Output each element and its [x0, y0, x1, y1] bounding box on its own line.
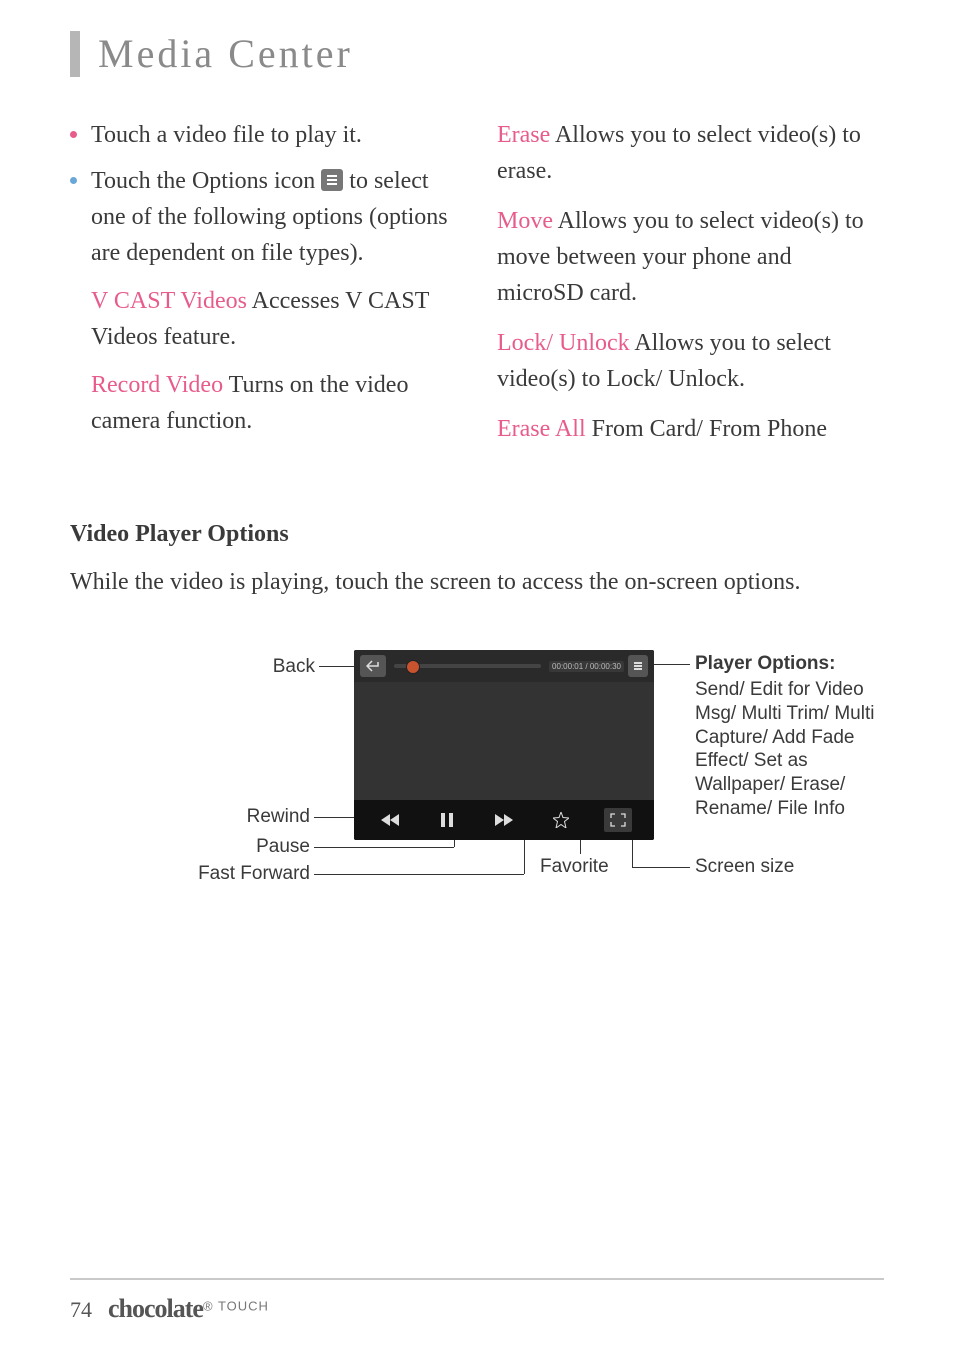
- favorite-button[interactable]: [547, 808, 575, 832]
- annotation-pause: Pause: [230, 835, 310, 859]
- video-player-screenshot: 00:00:01 / 00:00:30: [354, 650, 654, 840]
- pause-button[interactable]: [433, 808, 461, 832]
- screen-size-button[interactable]: [604, 808, 632, 832]
- right-column: Erase Allows you to select video(s) to e…: [497, 117, 884, 461]
- brand-name: chocolate: [108, 1294, 203, 1323]
- annotation-line: [648, 664, 690, 665]
- option-label: V CAST Videos: [91, 288, 247, 314]
- option-description: Erase All From Card/ From Phone: [497, 411, 884, 447]
- option-text: From Card/ From Phone: [586, 416, 827, 442]
- player-options-button[interactable]: [628, 655, 648, 677]
- fast-forward-button[interactable]: [490, 808, 518, 832]
- list-item: Touch a video file to play it.: [70, 117, 457, 153]
- option-description: Lock/ Unlock Allows you to select video(…: [497, 325, 884, 397]
- video-player-diagram: Back Rewind Pause Fast Forward Favorite …: [70, 650, 884, 930]
- left-column: Touch a video file to play it. Touch the…: [70, 117, 457, 461]
- annotation-screen-size: Screen size: [695, 855, 794, 879]
- back-button[interactable]: [360, 655, 386, 677]
- option-description: V CAST Videos Accesses V CAST Videos fea…: [91, 283, 457, 355]
- star-icon: [553, 812, 569, 828]
- annotation-line: [314, 874, 524, 875]
- option-label: Erase All: [497, 416, 586, 442]
- option-description: Move Allows you to select video(s) to mo…: [497, 203, 884, 311]
- title-accent-bar: [70, 31, 80, 77]
- bullet-icon: [70, 131, 77, 138]
- back-arrow-icon: [366, 660, 380, 672]
- fast-forward-icon: [495, 814, 513, 826]
- annotation-player-options-body: Send/ Edit for Video Msg/ Multi Trim/ Mu…: [695, 678, 890, 821]
- option-description: Record Video Turns on the video camera f…: [91, 367, 457, 439]
- list-item: Touch the Options icon to select one of …: [70, 163, 457, 271]
- list-item-text: Touch a video file to play it.: [91, 117, 457, 153]
- annotation-fastforward: Fast Forward: [170, 862, 310, 886]
- footer-rule: [70, 1278, 884, 1280]
- brand-sub-text: TOUCH: [218, 1299, 269, 1314]
- page-title: Media Center: [98, 30, 353, 77]
- rewind-button[interactable]: [376, 808, 404, 832]
- scrubber-knob[interactable]: [406, 660, 420, 674]
- bullet-icon: [70, 177, 77, 184]
- video-area[interactable]: [354, 682, 654, 800]
- option-description: Erase Allows you to select video(s) to e…: [497, 117, 884, 189]
- annotation-rewind: Rewind: [230, 805, 310, 829]
- options-icon: [321, 169, 343, 191]
- player-controls: [354, 800, 654, 840]
- option-label: Erase: [497, 122, 550, 148]
- section-body: While the video is playing, touch the sc…: [70, 564, 884, 600]
- option-label: Move: [497, 208, 553, 234]
- scrubber[interactable]: [394, 664, 541, 668]
- option-label: Lock/ Unlock: [497, 330, 630, 356]
- two-column-layout: Touch a video file to play it. Touch the…: [70, 117, 884, 461]
- brand-block: chocolate® TOUCH: [108, 1294, 269, 1324]
- timecode: 00:00:01 / 00:00:30: [549, 661, 624, 672]
- page-footer: 74 chocolate® TOUCH: [70, 1278, 884, 1324]
- annotation-favorite: Favorite: [540, 855, 609, 879]
- annotation-back: Back: [255, 655, 315, 679]
- option-text: Allows you to select video(s) to erase.: [497, 122, 861, 184]
- pause-icon: [441, 813, 453, 827]
- list-item-text: Touch the Options icon to select one of …: [91, 163, 457, 271]
- text-fragment: Touch the Options icon: [91, 168, 321, 194]
- annotation-line: [632, 867, 690, 868]
- annotation-player-options-head: Player Options:: [695, 652, 835, 676]
- section-heading: Video Player Options: [70, 521, 884, 548]
- player-topbar: 00:00:01 / 00:00:30: [354, 650, 654, 682]
- annotation-line: [314, 847, 454, 848]
- expand-icon: [610, 813, 626, 827]
- option-label: Record Video: [91, 372, 223, 398]
- footer-content: 74 chocolate® TOUCH: [70, 1294, 884, 1324]
- options-icon: [634, 665, 642, 667]
- title-row: Media Center: [70, 30, 884, 77]
- rewind-icon: [381, 814, 399, 826]
- page-number: 74: [70, 1297, 92, 1323]
- brand-sub: ® TOUCH: [203, 1299, 269, 1314]
